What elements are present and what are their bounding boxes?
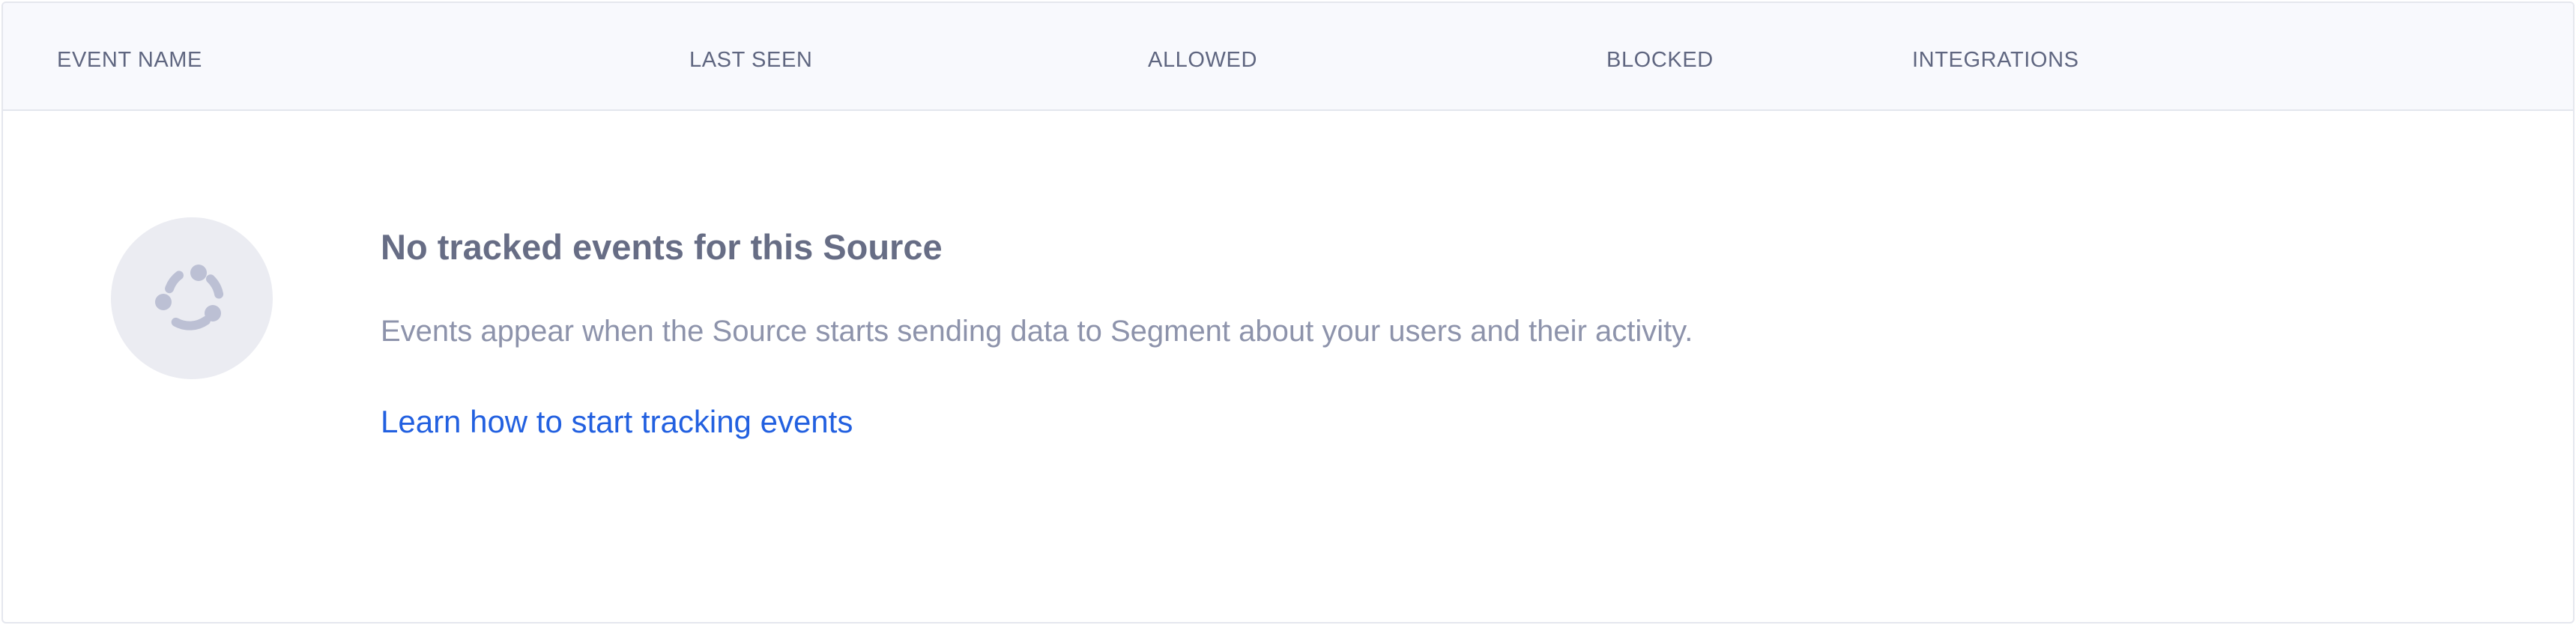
column-header-last-seen[interactable]: LAST SEEN bbox=[689, 46, 812, 73]
events-table-panel: EVENT NAME LAST SEEN ALLOWED BLOCKED INT… bbox=[1, 1, 2575, 624]
table-header: EVENT NAME LAST SEEN ALLOWED BLOCKED INT… bbox=[3, 3, 2573, 111]
column-header-blocked[interactable]: BLOCKED bbox=[1606, 46, 1714, 73]
column-header-integrations[interactable]: INTEGRATIONS bbox=[1912, 46, 2079, 73]
empty-state-description: Events appear when the Source starts sen… bbox=[381, 315, 1693, 348]
empty-state-title: No tracked events for this Source bbox=[381, 227, 943, 267]
column-header-allowed[interactable]: ALLOWED bbox=[1148, 46, 1257, 73]
column-header-event-name[interactable]: EVENT NAME bbox=[57, 46, 202, 73]
events-cycle-icon bbox=[111, 217, 273, 379]
learn-tracking-link[interactable]: Learn how to start tracking events bbox=[381, 402, 853, 442]
